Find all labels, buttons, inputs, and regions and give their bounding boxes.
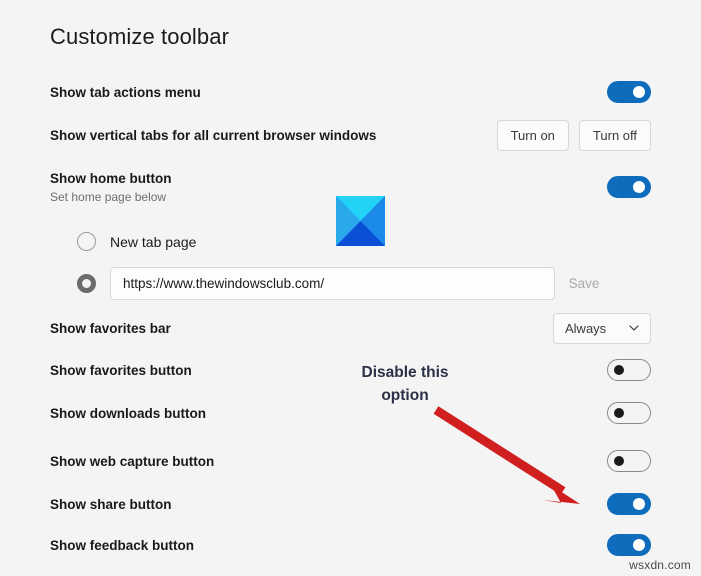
setting-label-group: Show share button [50, 496, 172, 513]
setting-row-vertical-tabs: Show vertical tabs for all current brows… [50, 119, 651, 151]
setting-row-tab-actions-menu: Show tab actions menu [50, 80, 651, 104]
setting-label: Show downloads button [50, 405, 206, 421]
toggle-knob [633, 498, 645, 510]
setting-row-favorites-bar: Show favorites bar Always [50, 312, 651, 344]
setting-label: Show tab actions menu [50, 84, 201, 100]
favorites-bar-dropdown[interactable]: Always [553, 312, 651, 344]
setting-row-web-capture-button: Show web capture button [50, 449, 651, 473]
setting-label-group: Show feedback button [50, 537, 194, 554]
page-title: Customize toolbar [50, 24, 229, 49]
setting-control-group [607, 176, 651, 198]
toggle-knob [614, 408, 624, 418]
favorites-bar-dropdown-value: Always [565, 320, 607, 336]
turn-on-button[interactable]: Turn on [496, 119, 569, 151]
setting-label: Show favorites button [50, 362, 192, 378]
setting-sublabel: Set home page below [50, 189, 167, 204]
setting-control-group [607, 534, 651, 556]
toggle-knob [614, 365, 624, 375]
radio-new-tab-page[interactable] [77, 232, 96, 251]
home-page-url-input[interactable]: https://www.thewindowsclub.com/ [110, 267, 555, 300]
setting-control-group [607, 493, 651, 515]
toggle-downloads-button[interactable] [607, 402, 651, 424]
setting-label: Show favorites bar [50, 320, 171, 336]
setting-label: Show home button [50, 170, 172, 186]
setting-label-group: Show vertical tabs for all current brows… [50, 127, 376, 144]
setting-label-group: Show downloads button [50, 405, 206, 422]
save-button[interactable]: Save [555, 267, 613, 300]
toggle-favorites-button[interactable] [607, 359, 651, 381]
setting-control-group [607, 359, 651, 381]
setting-label-group: Show favorites button [50, 362, 192, 379]
setting-label-group: Show tab actions menu [50, 84, 201, 101]
toggle-knob [633, 539, 645, 551]
setting-row-share-button: Show share button [50, 492, 651, 516]
setting-label: Show share button [50, 496, 172, 512]
annotation-text-line2: option [381, 387, 429, 404]
toggle-knob [614, 456, 624, 466]
toggle-tab-actions-menu[interactable] [607, 81, 651, 103]
setting-label-group: Show favorites bar [50, 320, 171, 337]
watermark: wsxdn.com [629, 558, 691, 572]
home-page-new-tab-option[interactable]: New tab page [77, 232, 196, 251]
turn-off-button[interactable]: Turn off [578, 119, 651, 151]
chevron-down-icon [629, 323, 639, 333]
setting-label-group: Show web capture button [50, 453, 214, 470]
setting-label: Show web capture button [50, 453, 215, 469]
setting-control-group: Always [553, 312, 651, 344]
annotation-text-line1: Disable this [361, 364, 449, 381]
annotation-text: Disable this option [343, 361, 467, 407]
toggle-knob [633, 181, 645, 193]
setting-control-group: Turn on Turn off [496, 119, 651, 151]
setting-label: Show feedback button [50, 537, 195, 553]
setting-control-group [607, 402, 651, 424]
setting-label: Show vertical tabs for all current brows… [50, 127, 377, 143]
toggle-web-capture-button[interactable] [607, 450, 651, 472]
radio-custom-url[interactable] [77, 274, 96, 293]
diamond-logo-icon [336, 196, 385, 246]
setting-control-group [607, 81, 651, 103]
setting-row-feedback-button: Show feedback button [50, 533, 651, 557]
toggle-feedback-button[interactable] [607, 534, 651, 556]
setting-label-group: Show home button Set home page below [50, 170, 171, 205]
toggle-knob [633, 86, 645, 98]
setting-control-group [607, 450, 651, 472]
radio-new-tab-page-label: New tab page [110, 233, 197, 250]
toggle-home-button[interactable] [607, 176, 651, 198]
customize-toolbar-page: Customize toolbar Show tab actions menu … [0, 0, 701, 576]
toggle-share-button[interactable] [607, 493, 651, 515]
home-page-url-option[interactable]: https://www.thewindowsclub.com/ Save [77, 267, 613, 300]
